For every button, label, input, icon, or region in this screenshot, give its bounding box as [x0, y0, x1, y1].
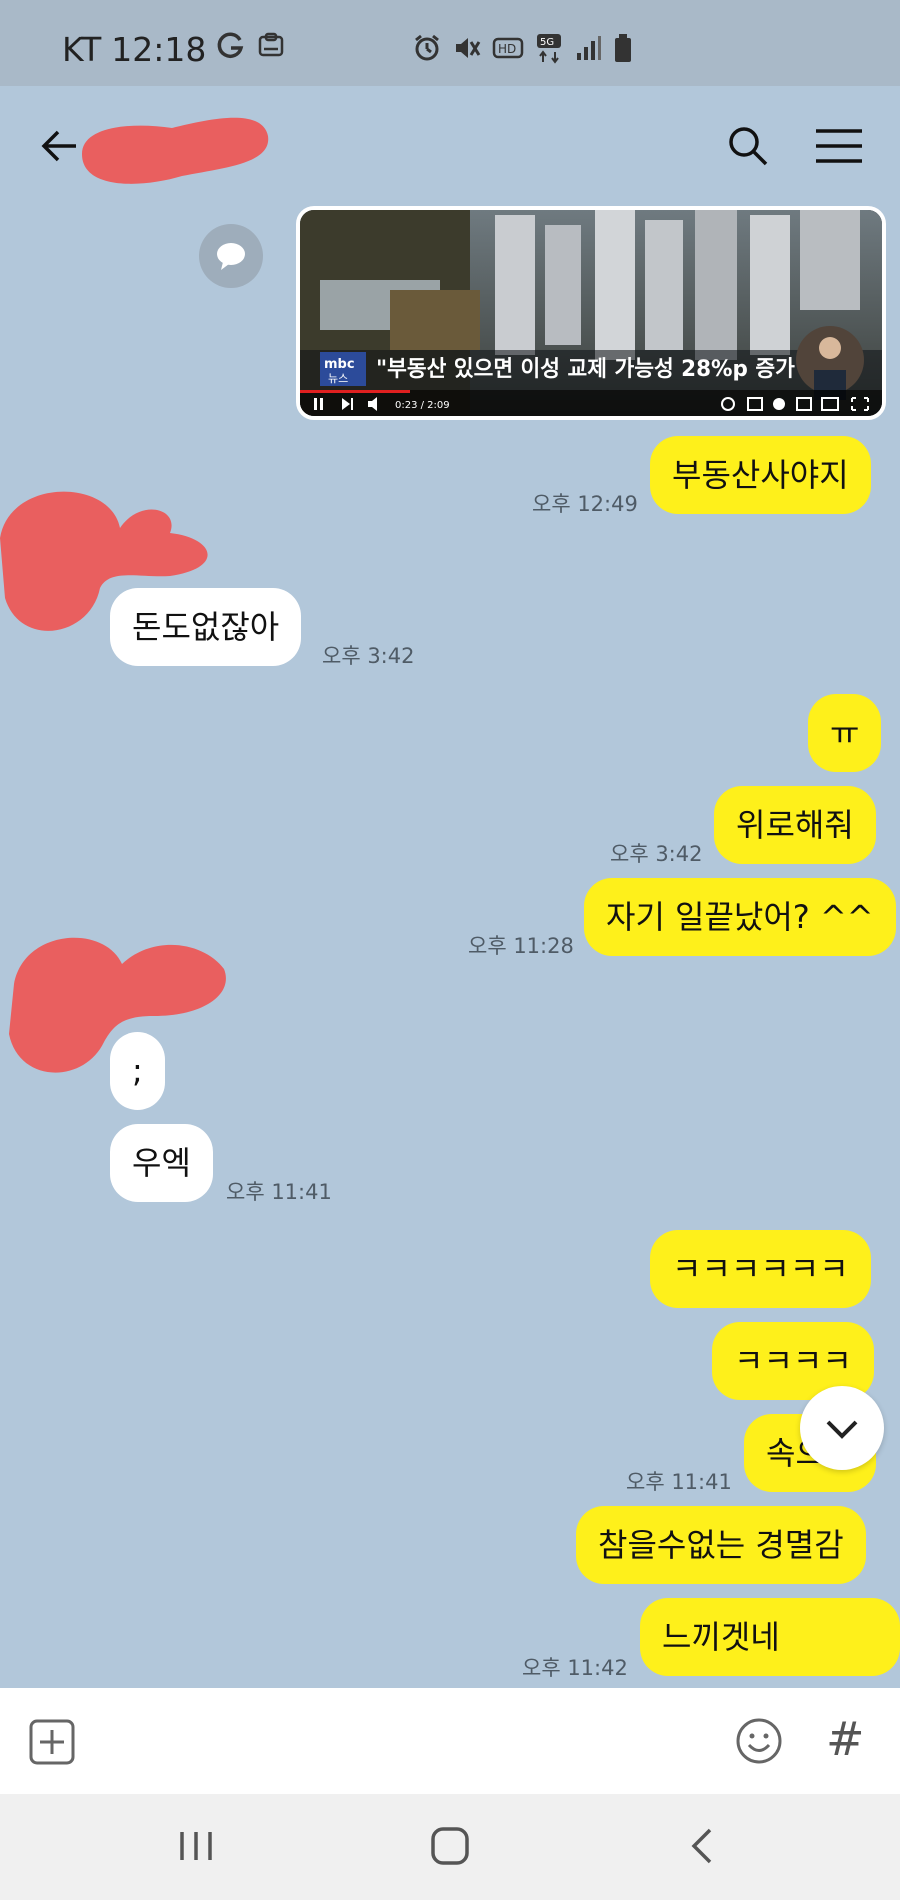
attach-button[interactable]: [28, 1718, 76, 1766]
video-progress-fill: [300, 390, 410, 393]
message-bubble-sent[interactable]: ㅠ: [808, 694, 882, 772]
share-button[interactable]: [199, 224, 263, 288]
emoji-icon: [736, 1718, 782, 1764]
message-timestamp: 오후 11:41: [226, 1180, 332, 1204]
drive-mode-icon: [256, 31, 286, 68]
home-icon: [431, 1827, 469, 1865]
network-5g-icon: 5G: [534, 32, 564, 64]
hamburger-menu-icon: [816, 129, 862, 163]
menu-button[interactable]: [814, 126, 864, 166]
scroll-to-bottom-button[interactable]: [800, 1386, 884, 1470]
system-back-button[interactable]: [682, 1824, 722, 1868]
carrier-label: KT: [62, 30, 102, 69]
search-icon: [729, 127, 768, 166]
hd-voice-icon: HD: [492, 33, 524, 63]
battery-icon: [612, 32, 634, 64]
chat-bubble-icon: [217, 243, 245, 270]
hashtag-search-button[interactable]: #: [826, 1712, 876, 1768]
svg-text:HD: HD: [498, 42, 516, 56]
message-bubble-sent[interactable]: 참을수없는 경멸감: [576, 1506, 866, 1584]
video-message[interactable]: mbc 뉴스 "부동산 있으면 이성 교제 가능성 28%p 증가" 0:23 …: [296, 206, 886, 420]
video-headline: "부동산 있으면 이성 교제 가능성 28%p 증가": [376, 357, 806, 382]
contact-name-redaction: [82, 117, 269, 184]
message-timestamp: 오후 11:28: [468, 934, 574, 958]
emoji-button[interactable]: [734, 1716, 784, 1766]
back-chevron-icon: [691, 1828, 712, 1864]
alarm-icon: [412, 33, 442, 63]
message-bubble-received[interactable]: 우엑: [110, 1124, 213, 1202]
google-icon: [216, 31, 246, 68]
message-input-bar: #: [0, 1688, 900, 1794]
message-timestamp: 오후 3:42: [610, 842, 703, 866]
status-icons: HD 5G: [412, 32, 634, 64]
chat-header: [0, 86, 900, 206]
mute-icon: [452, 33, 482, 63]
message-bubble-sent[interactable]: 부동산사야지: [650, 436, 871, 514]
settings-icon[interactable]: [773, 398, 785, 410]
status-left: KT 12:18: [62, 30, 286, 69]
message-bubble-sent[interactable]: ㅋㅋㅋㅋㅋㅋ: [650, 1230, 871, 1308]
pause-icon[interactable]: [314, 398, 317, 410]
message-bubble-sent[interactable]: 위로해줘: [714, 786, 876, 864]
message-timestamp: 오후 12:49: [532, 492, 638, 516]
video-time: 0:23 / 2:09: [395, 400, 450, 411]
recent-apps-icon: [180, 1832, 212, 1860]
mbc-logo-text: mbc: [324, 357, 355, 372]
message-bubble-sent[interactable]: 느끼겟네: [640, 1598, 900, 1676]
home-button[interactable]: [428, 1824, 472, 1868]
news-logo-text: 뉴스: [328, 372, 348, 385]
search-button[interactable]: [726, 124, 770, 168]
chat-messages[interactable]: mbc 뉴스 "부동산 있으면 이성 교제 가능성 28%p 증가" 0:23 …: [0, 206, 900, 1688]
message-timestamp: 오후 3:42: [322, 644, 415, 668]
message-input[interactable]: [100, 1708, 700, 1774]
message-bubble-received[interactable]: 돈도없잖아: [110, 588, 302, 666]
system-nav-bar: [0, 1794, 900, 1900]
message-bubble-received[interactable]: ;: [110, 1032, 165, 1110]
status-bar: KT 12:18 HD 5G: [0, 0, 900, 86]
video-thumbnail: mbc 뉴스 "부동산 있으면 이성 교제 가능성 28%p 증가" 0:23 …: [300, 210, 882, 416]
message-bubble-sent[interactable]: 자기 일끝났어? ^^: [584, 878, 896, 956]
message-timestamp: 오후 11:41: [626, 1470, 732, 1494]
clock: 12:18: [111, 30, 207, 69]
plus-box-icon: [29, 1719, 75, 1765]
signal-icon: [574, 33, 602, 63]
svg-text:5G: 5G: [540, 37, 554, 48]
recent-apps-button[interactable]: [176, 1826, 216, 1866]
chevron-down-icon: [826, 1420, 858, 1439]
message-timestamp: 오후 11:42: [522, 1656, 628, 1680]
